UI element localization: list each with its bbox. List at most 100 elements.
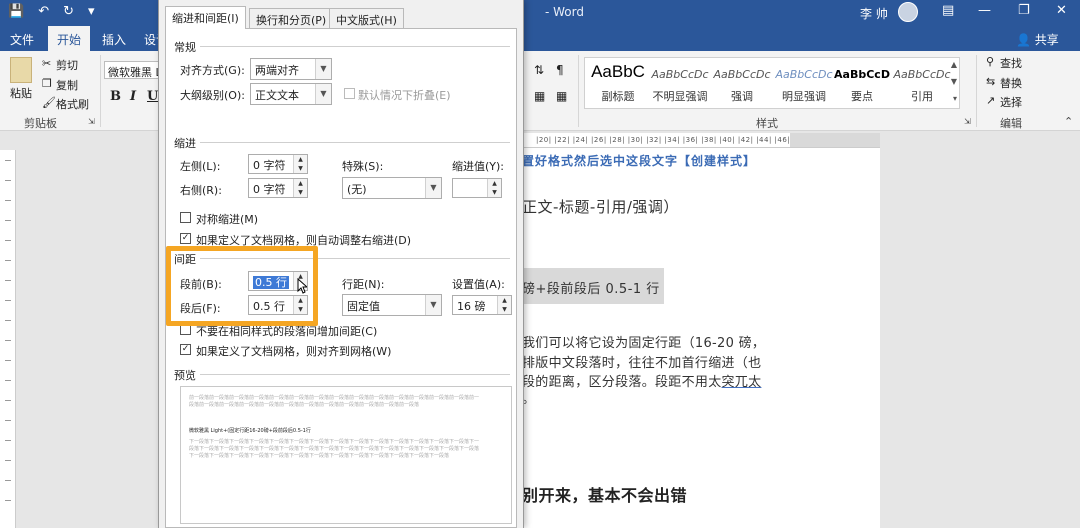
ribbon-display-icon[interactable]: ▤ bbox=[942, 3, 954, 18]
styles-launcher-icon[interactable]: ⇲ bbox=[964, 117, 971, 126]
styles-more-icon[interactable]: ▾ bbox=[953, 94, 957, 103]
tab-indents-spacing[interactable]: 缩进和间距(I) bbox=[165, 6, 246, 29]
mirror-indents-checkbox[interactable] bbox=[180, 212, 191, 223]
collapsed-checkbox[interactable] bbox=[344, 88, 355, 99]
spin-down-icon[interactable]: ▼ bbox=[294, 164, 307, 173]
spin-up-icon[interactable]: ▲ bbox=[498, 296, 511, 305]
alignment-select[interactable]: 两端对齐 ▼ bbox=[250, 58, 332, 80]
spin-up-icon[interactable]: ▲ bbox=[294, 179, 307, 188]
style-sample: AaBbCcD bbox=[834, 68, 890, 81]
window-title: - Word bbox=[545, 5, 584, 19]
indentation-section-title: 缩进 bbox=[174, 137, 196, 150]
restore-icon[interactable]: ❐ bbox=[1018, 3, 1030, 18]
close-icon[interactable]: ✕ bbox=[1056, 3, 1067, 18]
italic-button[interactable]: I bbox=[130, 89, 136, 104]
chevron-down-icon: ▼ bbox=[315, 59, 331, 79]
sort-icon[interactable]: ⇅ bbox=[534, 63, 544, 77]
style-subtitle[interactable]: AaBbC 副标题 bbox=[587, 62, 649, 104]
style-intense-emphasis[interactable]: AaBbCcDc 明显强调 bbox=[773, 62, 835, 104]
shading-icon[interactable]: ▦ bbox=[534, 89, 545, 103]
outline-level-value: 正文文本 bbox=[255, 89, 299, 102]
user-name[interactable]: 李 帅 bbox=[860, 5, 888, 22]
style-name: 引用 bbox=[911, 90, 933, 103]
redo-icon[interactable]: ↻ bbox=[63, 4, 74, 19]
style-emphasis[interactable]: AaBbCcDc 强调 bbox=[711, 62, 773, 104]
indent-left-spinner[interactable]: 0 字符 ▲ ▼ bbox=[248, 154, 308, 174]
share-button[interactable]: 👤 共享 bbox=[1016, 31, 1059, 48]
spinner-buttons[interactable]: ▲▼ bbox=[497, 296, 511, 314]
spin-down-icon[interactable]: ▼ bbox=[498, 305, 511, 314]
share-icon: 👤 bbox=[1016, 33, 1031, 47]
borders-icon[interactable]: ▦ bbox=[556, 89, 567, 103]
spacing-at-value: 16 磅 bbox=[457, 300, 486, 313]
style-sample: AaBbC bbox=[591, 62, 645, 81]
spin-up-icon[interactable]: ▲ bbox=[488, 179, 501, 188]
underline-button[interactable]: U bbox=[147, 89, 158, 104]
special-indent-select[interactable]: (无) ▼ bbox=[342, 177, 442, 199]
format-painter-button[interactable]: 格式刷 bbox=[56, 96, 89, 112]
cut-button[interactable]: 剪切 bbox=[56, 57, 78, 73]
spacing-at-spinner[interactable]: 16 磅 ▲ ▼ bbox=[452, 295, 512, 315]
spinner-buttons[interactable]: ▲▼ bbox=[293, 179, 307, 197]
indent-left-label: 左侧(L): bbox=[180, 160, 221, 173]
avatar[interactable] bbox=[898, 2, 918, 22]
minimize-icon[interactable]: — bbox=[978, 3, 991, 18]
ruler-tick bbox=[5, 420, 11, 421]
replace-button[interactable]: 替换 bbox=[1000, 75, 1022, 91]
collapse-ribbon-icon[interactable]: ⌃ bbox=[1064, 115, 1073, 128]
spinner-buttons[interactable]: ▲▼ bbox=[293, 155, 307, 173]
styles-scroll-down-icon[interactable]: ▼ bbox=[951, 77, 957, 86]
select-button[interactable]: 选择 bbox=[1000, 94, 1022, 110]
ruler-tick bbox=[5, 380, 11, 381]
clipboard-launcher-icon[interactable]: ⇲ bbox=[88, 117, 95, 126]
find-button[interactable]: 查找 bbox=[1000, 55, 1022, 71]
customize-qat-icon[interactable]: ▾ bbox=[88, 4, 95, 19]
style-subtle-emphasis[interactable]: AaBbCcDc 不明显强调 bbox=[649, 62, 711, 104]
styles-gallery: AaBbC 副标题 AaBbCcDc 不明显强调 AaBbCcDc 强调 AaB… bbox=[584, 57, 960, 109]
doc-bold-heading: 别开来，基本不会出错 bbox=[522, 486, 688, 505]
paragraph-preview: 前一段落前一段落前一段落前一段落前一段落前一段落前一段落前一段落前一段落前一段落… bbox=[180, 386, 512, 524]
indent-right-spinner[interactable]: 0 字符 ▲ ▼ bbox=[248, 178, 308, 198]
style-name: 强调 bbox=[731, 90, 753, 103]
mouse-cursor-icon bbox=[297, 278, 307, 294]
tab-line-page-breaks[interactable]: 换行和分页(P) bbox=[249, 8, 334, 28]
group-divider bbox=[100, 55, 101, 127]
style-strong[interactable]: AaBbCcD 要点 bbox=[831, 62, 893, 104]
paste-icon[interactable] bbox=[10, 57, 32, 83]
ruler-tick bbox=[5, 480, 11, 481]
line-spacing-value: 固定值 bbox=[347, 300, 380, 313]
indent-by-spinner[interactable]: ▲ ▼ bbox=[452, 178, 502, 198]
tab-insert[interactable]: 插入 bbox=[102, 31, 126, 48]
paste-button[interactable]: 粘贴 bbox=[10, 85, 32, 101]
tab-home[interactable]: 开始 bbox=[48, 26, 91, 51]
ruler-tick bbox=[5, 440, 11, 441]
snap-to-grid-checkbox[interactable]: ✓ bbox=[180, 344, 191, 355]
spin-down-icon[interactable]: ▼ bbox=[488, 188, 501, 197]
spin-up-icon[interactable]: ▲ bbox=[294, 155, 307, 164]
undo-icon[interactable]: ↶ bbox=[38, 4, 49, 19]
bold-button[interactable]: B bbox=[110, 89, 121, 104]
styles-scroll-up-icon[interactable]: ▲ bbox=[951, 60, 957, 69]
outline-level-select[interactable]: 正文文本 ▼ bbox=[250, 83, 332, 105]
alignment-value: 两端对齐 bbox=[255, 64, 299, 77]
line-spacing-select[interactable]: 固定值 ▼ bbox=[342, 294, 442, 316]
tab-file[interactable]: 文件 bbox=[10, 31, 34, 48]
tab-asian-typography[interactable]: 中文版式(H) bbox=[329, 8, 404, 28]
ruler-tick bbox=[5, 200, 11, 201]
font-name-box[interactable]: 微软雅黑 Li bbox=[104, 61, 160, 79]
section-divider bbox=[200, 374, 510, 375]
chevron-down-icon: ▼ bbox=[315, 84, 331, 104]
spin-down-icon[interactable]: ▼ bbox=[294, 188, 307, 197]
section-divider bbox=[200, 46, 510, 47]
show-marks-icon[interactable]: ¶ bbox=[556, 63, 564, 77]
find-icon: ⚲ bbox=[986, 55, 995, 68]
copy-button[interactable]: 复制 bbox=[56, 77, 78, 93]
horizontal-ruler[interactable]: |20| |22| |24| |26| |28| |30| |32| |34| … bbox=[522, 133, 880, 148]
style-quote[interactable]: AaBbCcDc 引用 bbox=[891, 62, 953, 104]
spinner-buttons[interactable]: ▲▼ bbox=[487, 179, 501, 197]
ruler-tick bbox=[5, 280, 11, 281]
save-icon[interactable]: 💾 bbox=[8, 4, 24, 19]
vertical-ruler[interactable] bbox=[0, 150, 16, 528]
auto-adjust-indent-checkbox[interactable]: ✓ bbox=[180, 233, 191, 244]
outline-level-label: 大纲级别(O): bbox=[180, 89, 245, 102]
